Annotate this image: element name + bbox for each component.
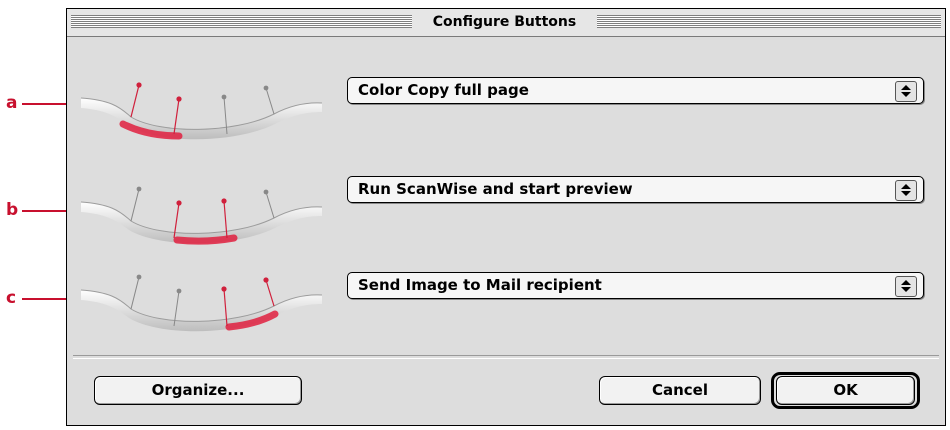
scanner-button-3-highlighted-icon [80, 274, 323, 332]
cancel-button[interactable]: Cancel [599, 376, 761, 405]
scanner-button-2-highlighted-icon [80, 186, 323, 245]
title-bar-stripes [597, 15, 941, 28]
popup-selected-value: Send Image to Mail recipient [358, 276, 602, 294]
separator [73, 355, 939, 359]
popup-arrows-icon [895, 81, 917, 102]
callout-letter: c [6, 288, 17, 308]
organize-button[interactable]: Organize... [94, 376, 302, 405]
callout-line [22, 210, 66, 212]
title-bar-stripes [71, 15, 412, 28]
popup-arrows-icon [895, 276, 917, 297]
callout-b: b [0, 199, 66, 221]
scanner-button-3-thumbnail [79, 254, 324, 334]
popup-selected-value: Run ScanWise and start preview [358, 180, 633, 198]
configure-buttons-dialog: Configure Buttons Color Copy full page R… [66, 8, 946, 426]
callout-letter: b [6, 200, 19, 220]
callout-c: c [0, 287, 66, 309]
button-1-action-popup[interactable]: Color Copy full page [347, 77, 924, 104]
scanner-button-2-thumbnail [79, 166, 324, 246]
callout-line [22, 103, 66, 105]
callout-a: a [0, 92, 66, 114]
button-3-action-popup[interactable]: Send Image to Mail recipient [347, 272, 924, 299]
title-bar[interactable]: Configure Buttons [67, 9, 945, 37]
scanner-button-1-highlighted-icon [80, 82, 323, 140]
popup-selected-value: Color Copy full page [358, 81, 529, 99]
popup-arrows-icon [895, 180, 917, 201]
callout-letter: a [6, 93, 18, 113]
ok-button[interactable]: OK [776, 376, 915, 405]
dialog-title: Configure Buttons [412, 9, 597, 36]
button-2-action-popup[interactable]: Run ScanWise and start preview [347, 176, 924, 203]
callout-line [22, 298, 66, 300]
scanner-button-1-thumbnail [79, 62, 324, 142]
